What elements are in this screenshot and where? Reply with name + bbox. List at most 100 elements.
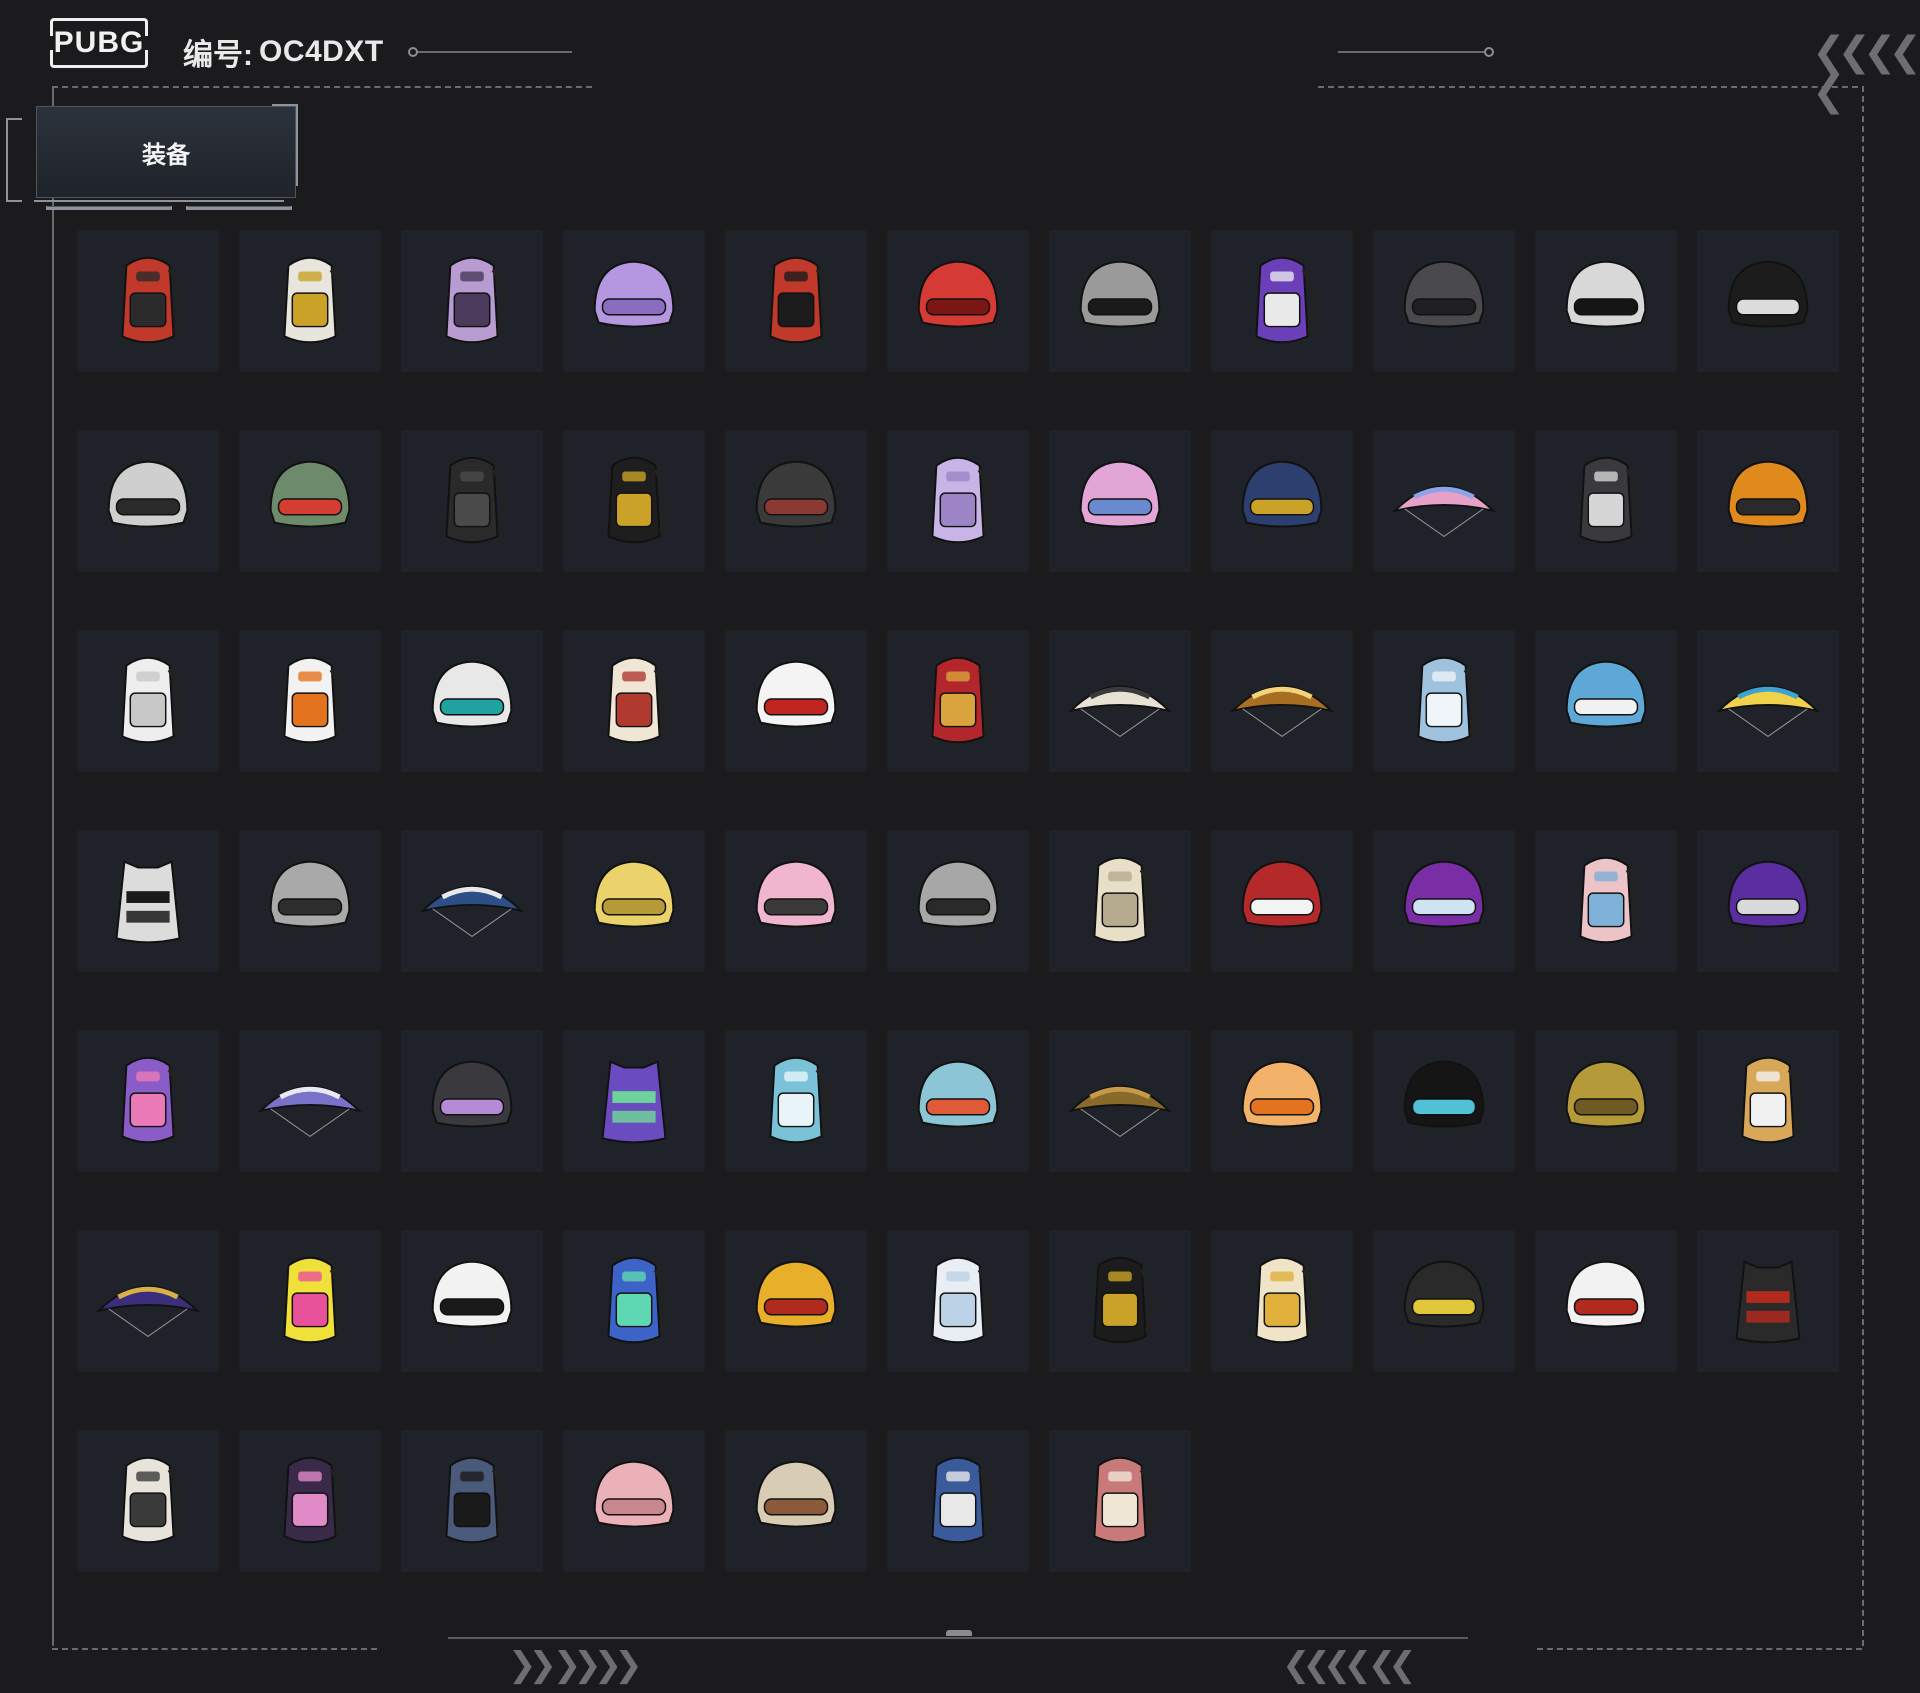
backpack-icon	[283, 1256, 344, 1344]
equipment-item-vest[interactable]	[77, 830, 219, 972]
equipment-item-backpack[interactable]	[725, 1030, 867, 1172]
equipment-item-helmet[interactable]	[563, 230, 705, 372]
helmet-icon	[593, 860, 675, 941]
helmet-icon	[1403, 1060, 1485, 1141]
equipment-item-helmet[interactable]	[725, 830, 867, 972]
backpack-icon	[121, 656, 182, 744]
equipment-item-backpack[interactable]	[563, 1230, 705, 1372]
equipment-item-backpack[interactable]	[401, 430, 543, 572]
equipment-item-backpack[interactable]	[563, 630, 705, 772]
equipment-item-helmet[interactable]	[1697, 430, 1839, 572]
equipment-item-helmet[interactable]	[401, 1230, 543, 1372]
equipment-item-backpack[interactable]	[1373, 630, 1515, 772]
backpack-icon	[1579, 856, 1640, 944]
equipment-item-vest[interactable]	[563, 1030, 705, 1172]
equipment-item-helmet[interactable]	[1211, 430, 1353, 572]
equipment-item-helmet[interactable]	[77, 430, 219, 572]
equipment-item-backpack[interactable]	[1049, 830, 1191, 972]
equipment-item-backpack[interactable]	[239, 630, 381, 772]
backpack-icon	[283, 1456, 344, 1544]
equipment-item-helmet[interactable]	[1211, 830, 1353, 972]
equipment-item-backpack[interactable]	[1049, 1230, 1191, 1372]
parachute-icon	[1067, 685, 1173, 738]
equipment-item-backpack[interactable]	[77, 1030, 219, 1172]
equipment-item-parachute[interactable]	[239, 1030, 381, 1172]
equipment-item-helmet[interactable]	[1697, 830, 1839, 972]
backpack-icon	[1093, 856, 1154, 944]
equipment-item-backpack[interactable]	[239, 230, 381, 372]
equipment-item-helmet[interactable]	[1373, 1230, 1515, 1372]
equipment-item-vest[interactable]	[1697, 1230, 1839, 1372]
equipment-item-helmet[interactable]	[1535, 230, 1677, 372]
helmet-icon	[1565, 1060, 1647, 1141]
helmet-icon	[755, 860, 837, 941]
equipment-item-helmet[interactable]	[563, 1430, 705, 1572]
helmet-icon	[1727, 460, 1809, 541]
helmet-icon	[269, 460, 351, 541]
equipment-item-helmet[interactable]	[887, 230, 1029, 372]
equipment-item-parachute[interactable]	[1697, 630, 1839, 772]
equipment-item-helmet[interactable]	[1535, 630, 1677, 772]
equipment-item-parachute[interactable]	[1049, 1030, 1191, 1172]
equipment-item-helmet[interactable]	[1697, 230, 1839, 372]
helmet-icon	[593, 260, 675, 341]
equipment-item-backpack[interactable]	[1697, 1030, 1839, 1172]
tab-underline-right	[186, 206, 292, 210]
equipment-item-helmet[interactable]	[1535, 1030, 1677, 1172]
equipment-item-helmet[interactable]	[1049, 230, 1191, 372]
backpack-icon	[121, 1456, 182, 1544]
equipment-item-backpack[interactable]	[725, 230, 867, 372]
parachute-icon	[257, 1085, 363, 1138]
equipment-item-backpack[interactable]	[401, 1430, 543, 1572]
frame-top-right	[1318, 86, 1858, 88]
equipment-item-backpack[interactable]	[887, 1230, 1029, 1372]
equipment-item-backpack[interactable]	[887, 1430, 1029, 1572]
vest-icon	[601, 1060, 667, 1144]
equipment-item-parachute[interactable]	[77, 1230, 219, 1372]
equipment-item-helmet[interactable]	[725, 1230, 867, 1372]
equipment-item-helmet[interactable]	[1373, 230, 1515, 372]
equipment-item-helmet[interactable]	[1373, 1030, 1515, 1172]
backpack-icon	[931, 456, 992, 544]
equipment-item-helmet[interactable]	[1211, 1030, 1353, 1172]
parachute-icon	[1067, 1085, 1173, 1138]
equipment-item-helmet[interactable]	[563, 830, 705, 972]
tab-bracket-left	[6, 118, 22, 202]
equipment-item-helmet[interactable]	[725, 430, 867, 572]
equipment-item-backpack[interactable]	[1535, 830, 1677, 972]
equipment-item-parachute[interactable]	[1049, 630, 1191, 772]
equipment-item-backpack[interactable]	[887, 430, 1029, 572]
pubg-logo: PUBG	[50, 18, 148, 68]
equipment-item-helmet[interactable]	[1049, 430, 1191, 572]
equipment-item-backpack[interactable]	[1211, 1230, 1353, 1372]
equipment-item-helmet[interactable]	[401, 630, 543, 772]
tab-equipment[interactable]: 装备	[36, 106, 296, 198]
equipment-item-backpack[interactable]	[401, 230, 543, 372]
helmet-icon	[1727, 860, 1809, 941]
equipment-item-helmet[interactable]	[887, 830, 1029, 972]
equipment-item-backpack[interactable]	[77, 1430, 219, 1572]
equipment-item-backpack[interactable]	[1211, 230, 1353, 372]
equipment-item-helmet[interactable]	[239, 430, 381, 572]
equipment-item-parachute[interactable]	[401, 830, 543, 972]
equipment-item-helmet[interactable]	[725, 630, 867, 772]
equipment-item-helmet[interactable]	[401, 1030, 543, 1172]
equipment-item-parachute[interactable]	[1211, 630, 1353, 772]
helmet-icon	[431, 1060, 513, 1141]
equipment-item-helmet[interactable]	[239, 830, 381, 972]
backpack-icon	[1417, 656, 1478, 744]
equipment-item-parachute[interactable]	[1373, 430, 1515, 572]
equipment-item-helmet[interactable]	[1535, 1230, 1677, 1372]
equipment-item-backpack[interactable]	[1049, 1430, 1191, 1572]
equipment-item-backpack[interactable]	[239, 1430, 381, 1572]
equipment-item-backpack[interactable]	[887, 630, 1029, 772]
equipment-item-helmet[interactable]	[725, 1430, 867, 1572]
equipment-item-backpack[interactable]	[77, 630, 219, 772]
equipment-item-backpack[interactable]	[77, 230, 219, 372]
equipment-item-backpack[interactable]	[239, 1230, 381, 1372]
equipment-item-backpack[interactable]	[1535, 430, 1677, 572]
equipment-item-backpack[interactable]	[563, 430, 705, 572]
backpack-icon	[283, 256, 344, 344]
equipment-item-helmet[interactable]	[1373, 830, 1515, 972]
equipment-item-helmet[interactable]	[887, 1030, 1029, 1172]
